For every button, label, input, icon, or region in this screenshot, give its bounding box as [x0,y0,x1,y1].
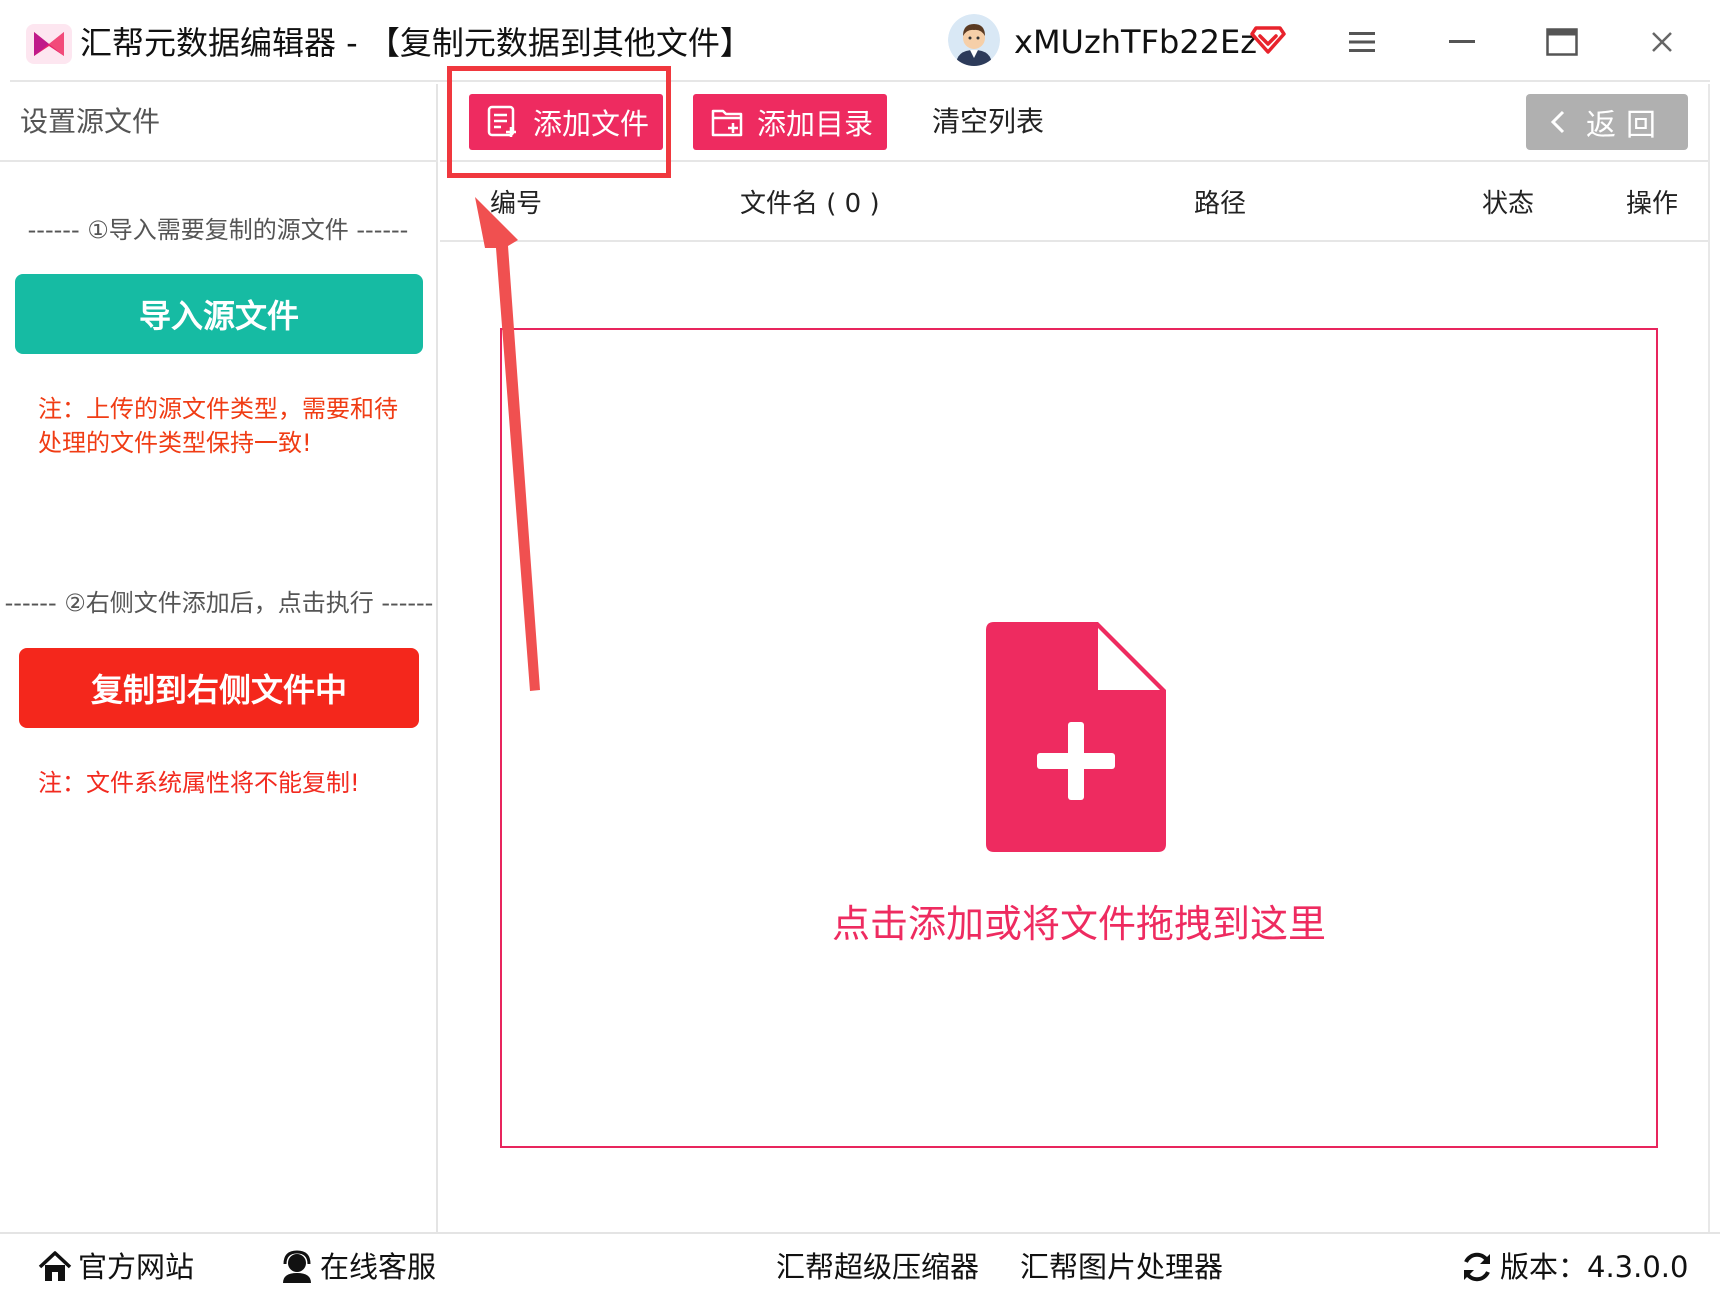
image-processor-app-link[interactable]: 汇帮图片处理器 [1020,1246,1223,1288]
add-directory-label: 添加目录 [757,107,874,141]
maximize-button[interactable] [1540,22,1584,62]
import-source-file-button[interactable]: 导入源文件 [15,274,423,354]
chevron-left-icon [1550,110,1565,134]
left-panel-divider [0,160,438,162]
column-index: 编号 [490,189,543,219]
close-button[interactable] [1640,22,1684,62]
compressor-app-link[interactable]: 汇帮超级压缩器 [776,1246,979,1288]
drop-zone-hint: 点击添加或将文件拖拽到这里 [831,902,1326,946]
username: xMUzhTFb22Ez [1014,23,1258,61]
step1-label: ------ ①导入需要复制的源文件 ------ [27,216,409,244]
online-support-label: 在线客服 [320,1250,437,1284]
copy-to-right-files-button[interactable]: 复制到右侧文件中 [19,648,419,728]
online-support-link[interactable]: 在线客服 [280,1246,436,1288]
close-icon [1652,32,1672,52]
version-info: 版本：4.3.0.0 [1460,1246,1688,1288]
add-folder-icon [711,109,743,137]
add-directory-button[interactable]: 添加目录 [693,94,887,150]
clear-list-button[interactable]: 清空列表 [932,98,1044,146]
column-operation: 操作 [1626,189,1679,219]
official-website-label: 官方网站 [78,1250,195,1284]
note-system-attributes: 注：文件系统属性将不能复制! [38,769,360,797]
version-label: 版本：4.3.0.0 [1500,1250,1689,1284]
table-header-divider [440,240,1708,242]
column-filename: 文件名 ( 0 ) [740,189,880,219]
maximize-icon [1546,28,1578,56]
window-right-edge [1708,84,1710,1234]
note-file-type: 注：上传的源文件类型，需要和待处理的文件类型保持一致! [38,395,398,457]
back-button[interactable]: 返回 [1526,94,1688,150]
column-path: 路径 [1194,189,1247,219]
column-status: 状态 [1482,189,1535,219]
title-divider [10,80,1710,82]
vip-diamond-icon[interactable] [1250,20,1286,56]
left-panel-title: 设置源文件 [20,105,161,138]
app-logo-icon [26,24,72,64]
add-file-large-icon[interactable] [986,622,1166,852]
refresh-icon [1464,1252,1490,1282]
window-title: 汇帮元数据编辑器 - 【复制元数据到其他文件】 [80,24,752,62]
minimize-button[interactable] [1440,22,1484,62]
menu-button[interactable] [1340,22,1384,62]
back-label: 返回 [1586,108,1666,143]
menu-icon [1349,32,1375,52]
step2-label: ------ ②右侧文件添加后，点击执行 ------ [4,589,434,617]
avatar[interactable] [948,14,1000,66]
annotation-highlight-box [447,66,671,178]
home-icon [38,1251,72,1281]
minimize-icon [1449,40,1475,43]
official-website-link[interactable]: 官方网站 [38,1246,194,1288]
customer-service-icon [283,1250,311,1283]
